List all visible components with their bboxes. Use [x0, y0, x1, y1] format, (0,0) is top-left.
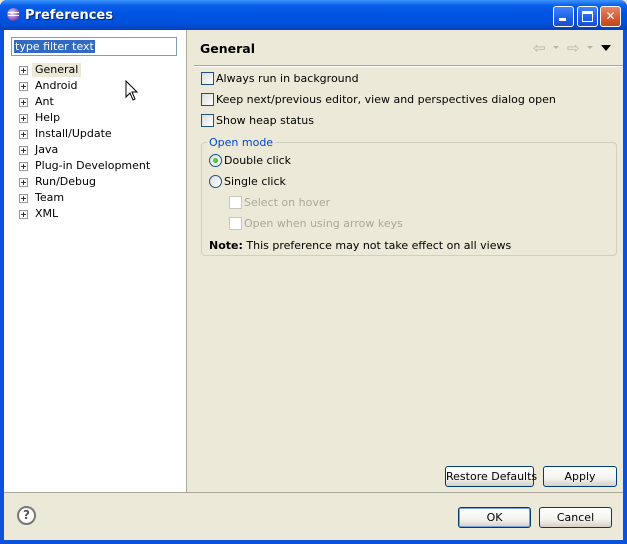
tree-item-label: Android: [35, 79, 78, 92]
cancel-button[interactable]: Cancel: [539, 507, 612, 528]
keep-dialog-open-checkbox[interactable]: [201, 93, 214, 106]
view-menu-icon[interactable]: [601, 45, 611, 51]
checkbox-label: Show heap status: [216, 114, 314, 127]
expand-icon[interactable]: [19, 130, 28, 139]
always-run-background-checkbox[interactable]: [201, 72, 214, 85]
double-click-radio[interactable]: [209, 154, 222, 167]
close-button[interactable]: ✕: [600, 6, 621, 27]
tree-item-plugin-development[interactable]: Plug-in Development: [4, 158, 187, 174]
show-heap-status-checkbox[interactable]: [201, 114, 214, 127]
tree-item-label: Help: [35, 111, 61, 124]
expand-icon[interactable]: [19, 114, 28, 123]
expand-icon[interactable]: [19, 194, 28, 203]
preferences-window: Preferences ✕ type filter text General A: [0, 0, 627, 544]
tree-item-xml[interactable]: XML: [4, 206, 187, 222]
tree-item-label: Team: [35, 191, 65, 204]
tree-item-install-update[interactable]: Install/Update: [4, 126, 187, 142]
tree-item-run-debug[interactable]: Run/Debug: [4, 174, 187, 190]
single-click-radio[interactable]: [209, 175, 222, 188]
checkbox-label: Select on hover: [244, 196, 331, 209]
back-arrow-icon[interactable]: ⇦: [533, 40, 553, 56]
window-title: Preferences: [25, 8, 113, 23]
ok-button[interactable]: OK: [458, 507, 531, 528]
close-icon: ✕: [605, 9, 616, 23]
tree-item-general[interactable]: General: [4, 62, 187, 78]
tree-item-label: General: [32, 63, 82, 77]
tree-item-label: Java: [35, 143, 59, 156]
maximize-icon: [582, 11, 593, 22]
apply-button[interactable]: Apply: [543, 466, 617, 487]
radio-label: Double click: [224, 154, 292, 167]
expand-icon[interactable]: [19, 178, 28, 187]
tree-item-ant[interactable]: Ant: [4, 94, 187, 110]
tree-item-label: Run/Debug: [35, 175, 96, 188]
minimize-icon: [559, 18, 566, 21]
filter-field[interactable]: type filter text: [11, 37, 177, 56]
restore-defaults-button[interactable]: Restore Defaults: [445, 466, 537, 487]
expand-icon[interactable]: [19, 210, 28, 219]
forward-dropdown-icon[interactable]: [587, 46, 593, 49]
expand-icon[interactable]: [19, 82, 28, 91]
group-title: Open mode: [207, 136, 276, 149]
radio-label: Single click: [224, 175, 286, 188]
eclipse-icon: [7, 8, 20, 21]
title-bar[interactable]: Preferences ✕: [0, 0, 627, 30]
select-on-hover-checkbox: [229, 196, 242, 209]
tree-item-java[interactable]: Java: [4, 142, 187, 158]
mouse-cursor-icon: [125, 80, 139, 101]
open-arrow-keys-checkbox: [229, 217, 242, 230]
back-dropdown-icon[interactable]: [553, 46, 559, 49]
open-mode-group: Open mode Double click Single click Sele…: [201, 136, 617, 256]
expand-icon[interactable]: [19, 162, 28, 171]
checkbox-label: Open when using arrow keys: [244, 217, 403, 230]
tree-item-team[interactable]: Team: [4, 190, 187, 206]
page-title: General: [200, 41, 255, 56]
preference-page: General ⇦ ⇨ Always run in background Kee…: [188, 30, 623, 492]
dialog-client: type filter text General Android Ant Hel…: [4, 30, 623, 540]
header-divider: [194, 65, 623, 67]
filter-text: type filter text: [14, 40, 95, 53]
tree-item-label: Install/Update: [35, 127, 112, 140]
expand-icon[interactable]: [19, 98, 28, 107]
tree-item-android[interactable]: Android: [4, 78, 187, 94]
preference-tree: General Android Ant Help Install/Update: [4, 62, 187, 222]
preference-navigation: type filter text General Android Ant Hel…: [4, 30, 187, 492]
note-label: Note:: [209, 239, 243, 252]
tree-item-label: Plug-in Development: [35, 159, 151, 172]
footer-divider: [4, 492, 623, 493]
forward-arrow-icon[interactable]: ⇨: [567, 40, 587, 56]
tree-item-help[interactable]: Help: [4, 110, 187, 126]
page-navigation: ⇦ ⇨: [533, 40, 613, 56]
minimize-button[interactable]: [553, 6, 574, 27]
note-body: This preference may not take effect on a…: [246, 239, 512, 252]
checkbox-label: Always run in background: [216, 72, 359, 85]
note-text: Note: This preference may not take effec…: [209, 239, 511, 252]
checkbox-label: Keep next/previous editor, view and pers…: [216, 93, 556, 106]
expand-icon[interactable]: [19, 146, 28, 155]
expand-icon[interactable]: [19, 66, 28, 75]
maximize-button[interactable]: [577, 6, 598, 27]
help-icon[interactable]: ?: [17, 506, 36, 525]
tree-item-label: Ant: [35, 95, 54, 108]
tree-item-label: XML: [35, 207, 59, 220]
